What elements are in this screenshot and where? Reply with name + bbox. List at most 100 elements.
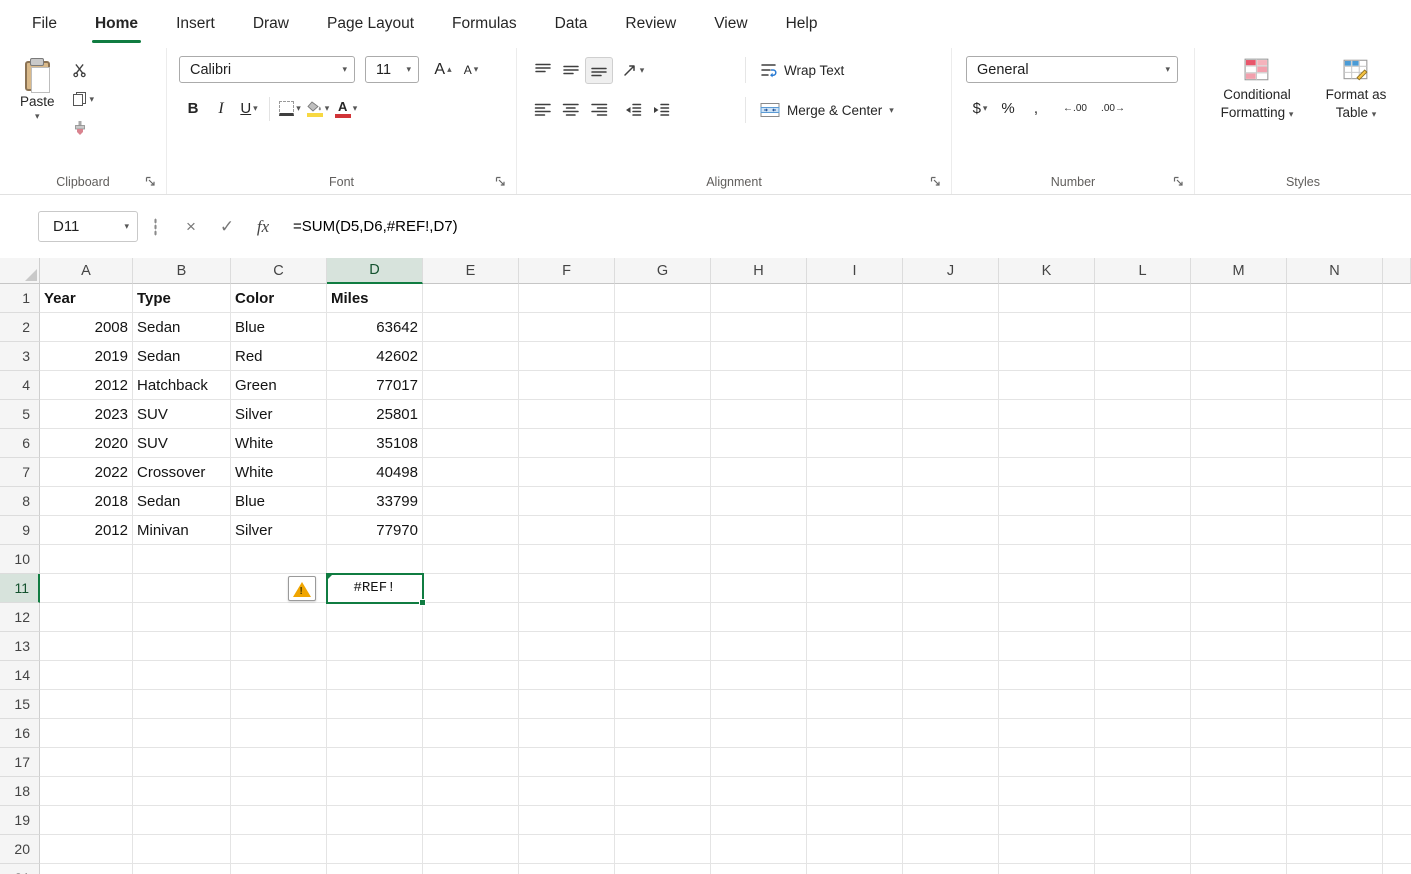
cell-I5[interactable]	[807, 400, 903, 429]
cell-E21[interactable]	[423, 864, 519, 874]
cell-F16[interactable]	[519, 719, 615, 748]
cell-K6[interactable]	[999, 429, 1095, 458]
row-header-14[interactable]: 14	[0, 661, 40, 690]
cell-F17[interactable]	[519, 748, 615, 777]
cell-N16[interactable]	[1287, 719, 1383, 748]
cell-B13[interactable]	[133, 632, 231, 661]
cell-M15[interactable]	[1191, 690, 1287, 719]
cell-J13[interactable]	[903, 632, 999, 661]
column-header-J[interactable]: J	[903, 258, 999, 284]
accounting-format-button[interactable]: $ ▾	[966, 95, 994, 122]
cell-G8[interactable]	[615, 487, 711, 516]
cell-F15[interactable]	[519, 690, 615, 719]
row-header-19[interactable]: 19	[0, 806, 40, 835]
cell-F13[interactable]	[519, 632, 615, 661]
cell-A7[interactable]: 2022	[40, 458, 133, 487]
cell-L13[interactable]	[1095, 632, 1191, 661]
cell-D6[interactable]: 35108	[327, 429, 423, 458]
cell-F21[interactable]	[519, 864, 615, 874]
cell-C3[interactable]: Red	[231, 342, 327, 371]
cell-D19[interactable]	[327, 806, 423, 835]
cell-B17[interactable]	[133, 748, 231, 777]
cell-H11[interactable]	[711, 574, 807, 603]
cell-K3[interactable]	[999, 342, 1095, 371]
row-header-3[interactable]: 3	[0, 342, 40, 371]
cell-C18[interactable]	[231, 777, 327, 806]
cell-B11[interactable]	[133, 574, 231, 603]
cell-H12[interactable]	[711, 603, 807, 632]
cell-I20[interactable]	[807, 835, 903, 864]
row-header-16[interactable]: 16	[0, 719, 40, 748]
cell-A17[interactable]	[40, 748, 133, 777]
cell-J15[interactable]	[903, 690, 999, 719]
cell-J16[interactable]	[903, 719, 999, 748]
cell-C14[interactable]	[231, 661, 327, 690]
cell-L8[interactable]	[1095, 487, 1191, 516]
cell-I6[interactable]	[807, 429, 903, 458]
cell-N5[interactable]	[1287, 400, 1383, 429]
cell-K18[interactable]	[999, 777, 1095, 806]
column-header-F[interactable]: F	[519, 258, 615, 284]
cell-L20[interactable]	[1095, 835, 1191, 864]
cell-B1[interactable]: Type	[133, 284, 231, 313]
cell-C12[interactable]	[231, 603, 327, 632]
cell-H17[interactable]	[711, 748, 807, 777]
cell-G12[interactable]	[615, 603, 711, 632]
cell-L1[interactable]	[1095, 284, 1191, 313]
cell-C5[interactable]: Silver	[231, 400, 327, 429]
cell-G13[interactable]	[615, 632, 711, 661]
cell-C15[interactable]	[231, 690, 327, 719]
cell-G16[interactable]	[615, 719, 711, 748]
row-header-8[interactable]: 8	[0, 487, 40, 516]
menu-tab-formulas[interactable]: Formulas	[452, 0, 517, 48]
cell-D1[interactable]: Miles	[327, 284, 423, 313]
row-header-10[interactable]: 10	[0, 545, 40, 574]
cell-C20[interactable]	[231, 835, 327, 864]
cell-N18[interactable]	[1287, 777, 1383, 806]
cell-F19[interactable]	[519, 806, 615, 835]
cell-J14[interactable]	[903, 661, 999, 690]
select-all-button[interactable]	[0, 258, 40, 284]
cell-K12[interactable]	[999, 603, 1095, 632]
decrease-decimal-button[interactable]: .00→	[1094, 95, 1132, 122]
cell-B12[interactable]	[133, 603, 231, 632]
cell-D15[interactable]	[327, 690, 423, 719]
cell-C9[interactable]: Silver	[231, 516, 327, 545]
cell-H18[interactable]	[711, 777, 807, 806]
cell-G5[interactable]	[615, 400, 711, 429]
cell-K1[interactable]	[999, 284, 1095, 313]
increase-font-size-button[interactable]: A▴	[429, 56, 457, 83]
cell-I16[interactable]	[807, 719, 903, 748]
cell-E5[interactable]	[423, 400, 519, 429]
cell-J19[interactable]	[903, 806, 999, 835]
cell-L12[interactable]	[1095, 603, 1191, 632]
cell-J10[interactable]	[903, 545, 999, 574]
cell-L17[interactable]	[1095, 748, 1191, 777]
column-header-E[interactable]: E	[423, 258, 519, 284]
number-format-select[interactable]: General ▾	[966, 56, 1178, 83]
column-header-H[interactable]: H	[711, 258, 807, 284]
cell-K14[interactable]	[999, 661, 1095, 690]
increase-indent-button[interactable]	[647, 97, 675, 124]
row-header-11[interactable]: 11	[0, 574, 40, 603]
cell-N4[interactable]	[1287, 371, 1383, 400]
cell-L21[interactable]	[1095, 864, 1191, 874]
cell-N7[interactable]	[1287, 458, 1383, 487]
align-left-button[interactable]	[529, 97, 557, 124]
cell-I3[interactable]	[807, 342, 903, 371]
font-dialog-launcher[interactable]	[495, 174, 510, 189]
cell-N19[interactable]	[1287, 806, 1383, 835]
cell-I10[interactable]	[807, 545, 903, 574]
cell-E11[interactable]	[423, 574, 519, 603]
cell-E16[interactable]	[423, 719, 519, 748]
cell-N17[interactable]	[1287, 748, 1383, 777]
cell-D16[interactable]	[327, 719, 423, 748]
cell-F11[interactable]	[519, 574, 615, 603]
cell-M20[interactable]	[1191, 835, 1287, 864]
cell-M4[interactable]	[1191, 371, 1287, 400]
cell-G3[interactable]	[615, 342, 711, 371]
cell-D4[interactable]: 77017	[327, 371, 423, 400]
cell-M21[interactable]	[1191, 864, 1287, 874]
cell-A19[interactable]	[40, 806, 133, 835]
cell-L11[interactable]	[1095, 574, 1191, 603]
